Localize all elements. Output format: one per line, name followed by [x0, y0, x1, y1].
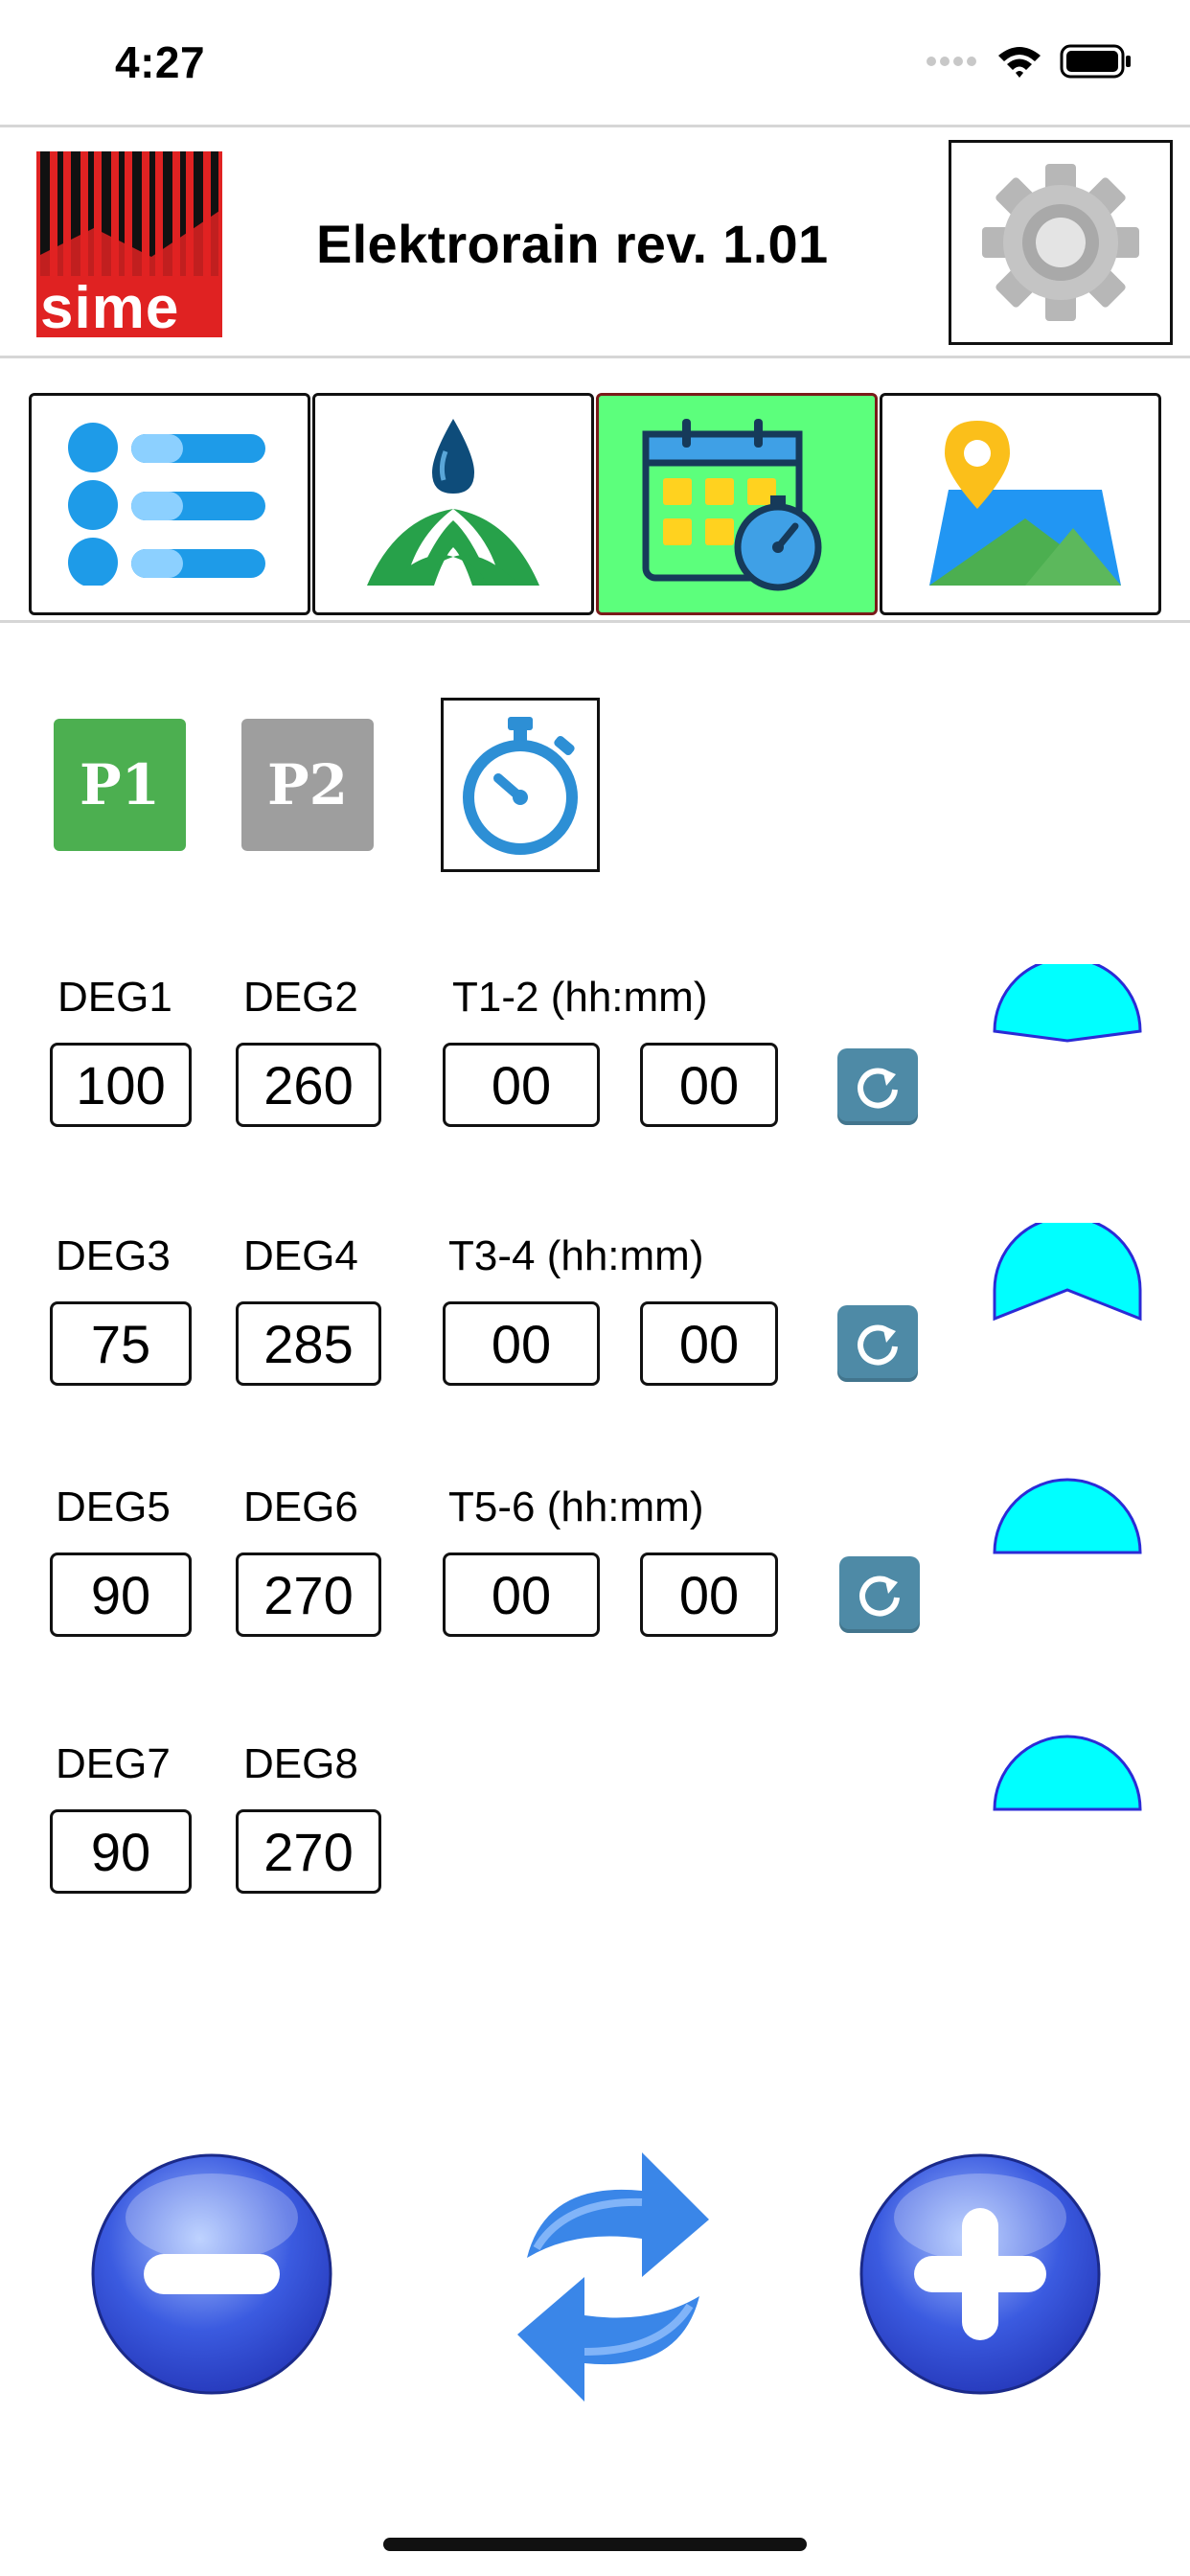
tab-map[interactable]: [880, 393, 1161, 615]
timer-button[interactable]: [441, 698, 600, 872]
deg8-field[interactable]: 270: [236, 1809, 381, 1894]
battery-icon: [1060, 44, 1131, 79]
deg5-field[interactable]: 90: [50, 1552, 192, 1637]
deg6-field[interactable]: 270: [236, 1552, 381, 1637]
t12-label: T1-2 (hh:mm): [452, 974, 708, 1021]
tab-list[interactable]: [29, 393, 310, 615]
t34-hours-field[interactable]: 00: [443, 1301, 600, 1386]
settings-button[interactable]: [949, 140, 1173, 345]
deg2-field[interactable]: 260: [236, 1043, 381, 1127]
row3-reset-button[interactable]: [839, 1556, 920, 1633]
program-p1-button[interactable]: P1: [54, 719, 186, 851]
list-icon: [68, 423, 265, 586]
t56-label: T5-6 (hh:mm): [448, 1484, 704, 1530]
refresh-icon: [858, 1324, 898, 1366]
refresh-icon: [858, 1068, 898, 1109]
row1-sector-icon: [993, 964, 1142, 1043]
deg3-field[interactable]: 75: [50, 1301, 192, 1386]
t56-minutes-field[interactable]: 00: [640, 1552, 778, 1637]
minus-button[interactable]: [88, 2150, 335, 2398]
deg7-field[interactable]: 90: [50, 1809, 192, 1894]
sync-icon: [517, 2152, 709, 2402]
deg2-label: DEG2: [243, 974, 358, 1021]
refresh-icon: [859, 1576, 900, 1617]
signal-icon: [927, 57, 976, 66]
row4-sector-icon: [993, 1735, 1142, 1811]
tab-schedule[interactable]: [596, 393, 878, 615]
deg6-label: DEG6: [243, 1484, 358, 1530]
deg5-label: DEG5: [56, 1484, 171, 1530]
map-pin-icon: [929, 421, 1121, 586]
t12-minutes-field[interactable]: 00: [640, 1043, 778, 1127]
row1-reset-button[interactable]: [837, 1048, 918, 1125]
program-p2-label: P2: [267, 752, 348, 817]
deg8-label: DEG8: [243, 1740, 358, 1787]
sime-logo: sime: [36, 151, 222, 341]
wifi-icon: [998, 47, 1041, 78]
sync-button[interactable]: [508, 2143, 719, 2411]
app-title: Elektrorain rev. 1.01: [316, 214, 829, 274]
t34-minutes-field[interactable]: 00: [640, 1301, 778, 1386]
deg4-label: DEG4: [243, 1232, 358, 1279]
deg3-label: DEG3: [56, 1232, 171, 1279]
irrigation-icon: [367, 419, 539, 586]
stopwatch-icon: [463, 717, 578, 855]
gear-icon: [982, 164, 1139, 321]
status-time: 4:27: [115, 37, 206, 87]
deg4-field[interactable]: 285: [236, 1301, 381, 1386]
row2-sector-icon: [993, 1223, 1142, 1322]
deg1-label: DEG1: [57, 974, 172, 1021]
t34-label: T3-4 (hh:mm): [448, 1232, 704, 1279]
tab-irrigation[interactable]: [312, 393, 594, 615]
home-indicator: [383, 2538, 807, 2551]
minus-icon: [144, 2254, 280, 2294]
program-p2-button[interactable]: P2: [241, 719, 374, 851]
program-p1-label: P1: [80, 752, 160, 817]
plus-button[interactable]: [857, 2150, 1104, 2398]
calendar-timer-icon: [642, 419, 822, 591]
row2-reset-button[interactable]: [837, 1305, 918, 1382]
t56-hours-field[interactable]: 00: [443, 1552, 600, 1637]
t12-hours-field[interactable]: 00: [443, 1043, 600, 1127]
deg7-label: DEG7: [56, 1740, 171, 1787]
row3-sector-icon: [993, 1478, 1142, 1554]
status-icons: [926, 42, 1133, 80]
logo-text: sime: [40, 275, 180, 341]
deg1-field[interactable]: 100: [50, 1043, 192, 1127]
